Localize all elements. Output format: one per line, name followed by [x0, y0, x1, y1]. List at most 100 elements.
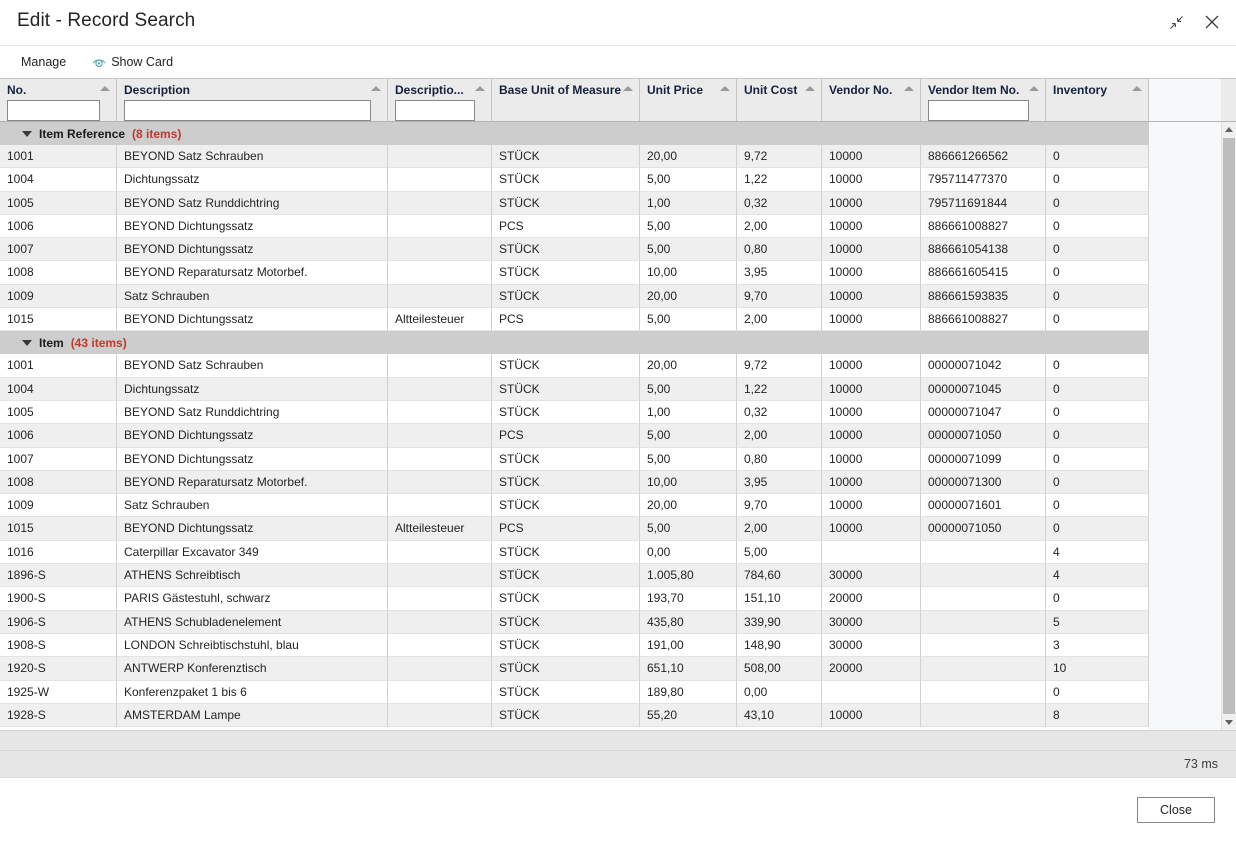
cell-venditem[interactable]: 886661008827 — [921, 215, 1046, 238]
cell-desc[interactable]: BEYOND Satz Schrauben — [117, 145, 388, 168]
cell-ucost[interactable]: 5,00 — [737, 541, 822, 564]
table-row[interactable]: 1004DichtungssatzSTÜCK5,001,221000000000… — [0, 378, 1149, 401]
cell-ucost[interactable]: 0,00 — [737, 681, 822, 704]
table-row[interactable]: 1016Caterpillar Excavator 349STÜCK0,005,… — [0, 541, 1149, 564]
scroll-down-icon[interactable] — [1222, 715, 1236, 730]
cell-venditem[interactable]: 886661593835 — [921, 285, 1046, 308]
cell-venditem[interactable]: 886661605415 — [921, 261, 1046, 284]
cell-desc2[interactable] — [388, 681, 492, 704]
cell-uprice[interactable]: 55,20 — [640, 704, 737, 727]
cell-ucost[interactable]: 9,72 — [737, 354, 822, 377]
cell-inventory[interactable]: 0 — [1046, 168, 1149, 191]
cell-desc[interactable]: BEYOND Dichtungssatz — [117, 308, 388, 331]
cell-venditem[interactable]: 00000071047 — [921, 401, 1046, 424]
table-row[interactable]: 1001BEYOND Satz SchraubenSTÜCK20,009,721… — [0, 145, 1149, 168]
cell-no[interactable]: 1920-S — [0, 657, 117, 680]
cell-vendno[interactable]: 10000 — [822, 354, 921, 377]
cell-vendno[interactable]: 10000 — [822, 494, 921, 517]
table-row[interactable]: 1006BEYOND DichtungssatzPCS5,002,0010000… — [0, 424, 1149, 447]
cell-ucost[interactable]: 784,60 — [737, 564, 822, 587]
cell-inventory[interactable]: 0 — [1046, 261, 1149, 284]
cell-vendno[interactable]: 10000 — [822, 448, 921, 471]
cell-desc[interactable]: Satz Schrauben — [117, 494, 388, 517]
cell-uprice[interactable]: 5,00 — [640, 215, 737, 238]
cell-buom[interactable]: STÜCK — [492, 564, 640, 587]
cell-desc[interactable]: Dichtungssatz — [117, 168, 388, 191]
filter-input-desc2[interactable] — [396, 101, 474, 120]
cell-desc[interactable]: BEYOND Reparatursatz Motorbef. — [117, 471, 388, 494]
cell-no[interactable]: 1005 — [0, 192, 117, 215]
cell-vendno[interactable]: 20000 — [822, 657, 921, 680]
cell-desc2[interactable] — [388, 634, 492, 657]
cell-no[interactable]: 1015 — [0, 517, 117, 540]
cell-vendno[interactable]: 10000 — [822, 704, 921, 727]
cell-buom[interactable]: PCS — [492, 215, 640, 238]
cell-ucost[interactable]: 0,80 — [737, 448, 822, 471]
cell-no[interactable]: 1925-W — [0, 681, 117, 704]
cell-inventory[interactable]: 0 — [1046, 681, 1149, 704]
cell-buom[interactable]: STÜCK — [492, 285, 640, 308]
table-row[interactable]: 1009Satz SchraubenSTÜCK20,009,7010000886… — [0, 285, 1149, 308]
cell-inventory[interactable]: 0 — [1046, 145, 1149, 168]
cell-no[interactable]: 1008 — [0, 261, 117, 284]
cell-uprice[interactable]: 651,10 — [640, 657, 737, 680]
cell-uprice[interactable]: 5,00 — [640, 424, 737, 447]
cell-ucost[interactable]: 9,70 — [737, 494, 822, 517]
cell-no[interactable]: 1908-S — [0, 634, 117, 657]
cell-venditem[interactable] — [921, 541, 1046, 564]
filter-input-venditem[interactable] — [929, 101, 1028, 120]
column-header-desc[interactable]: Description — [117, 79, 388, 121]
cell-ucost[interactable]: 0,80 — [737, 238, 822, 261]
cell-buom[interactable]: STÜCK — [492, 541, 640, 564]
cell-desc[interactable]: BEYOND Dichtungssatz — [117, 517, 388, 540]
cell-venditem[interactable]: 886661008827 — [921, 308, 1046, 331]
cell-no[interactable]: 1006 — [0, 424, 117, 447]
sort-ascending-icon[interactable] — [904, 86, 914, 91]
cell-venditem[interactable] — [921, 587, 1046, 610]
cell-vendno[interactable] — [822, 681, 921, 704]
cell-desc[interactable]: Satz Schrauben — [117, 285, 388, 308]
cell-inventory[interactable]: 0 — [1046, 192, 1149, 215]
cell-vendno[interactable]: 10000 — [822, 261, 921, 284]
table-row[interactable]: 1908-SLONDON Schreibtischstuhl, blauSTÜC… — [0, 634, 1149, 657]
group-header-row[interactable]: Item(43 items) — [0, 331, 1149, 354]
cell-desc2[interactable] — [388, 378, 492, 401]
cell-desc2[interactable]: Altteilesteuer — [388, 517, 492, 540]
cell-vendno[interactable] — [822, 541, 921, 564]
cell-desc2[interactable] — [388, 401, 492, 424]
sort-ascending-icon[interactable] — [371, 86, 381, 91]
cell-desc2[interactable] — [388, 494, 492, 517]
table-row[interactable]: 1009Satz SchraubenSTÜCK20,009,7010000000… — [0, 494, 1149, 517]
scroll-up-icon[interactable] — [1222, 122, 1236, 137]
cell-buom[interactable]: STÜCK — [492, 611, 640, 634]
cell-desc[interactable]: BEYOND Reparatursatz Motorbef. — [117, 261, 388, 284]
column-header-no[interactable]: No. — [0, 79, 117, 121]
filter-box-desc[interactable] — [124, 100, 371, 121]
cell-uprice[interactable]: 20,00 — [640, 285, 737, 308]
cell-buom[interactable]: STÜCK — [492, 354, 640, 377]
cell-desc2[interactable] — [388, 238, 492, 261]
cell-no[interactable]: 1906-S — [0, 611, 117, 634]
sort-ascending-icon[interactable] — [720, 86, 730, 91]
cell-vendno[interactable]: 20000 — [822, 587, 921, 610]
cell-vendno[interactable]: 30000 — [822, 611, 921, 634]
cell-inventory[interactable]: 0 — [1046, 424, 1149, 447]
cell-buom[interactable]: STÜCK — [492, 378, 640, 401]
cell-buom[interactable]: STÜCK — [492, 145, 640, 168]
cell-no[interactable]: 1007 — [0, 448, 117, 471]
group-header-row[interactable]: Item Reference(8 items) — [0, 122, 1149, 145]
cell-desc2[interactable] — [388, 541, 492, 564]
table-row[interactable]: 1906-SATHENS SchubladenelementSTÜCK435,8… — [0, 611, 1149, 634]
cell-ucost[interactable]: 1,22 — [737, 378, 822, 401]
table-row[interactable]: 1004DichtungssatzSTÜCK5,001,221000079571… — [0, 168, 1149, 191]
cell-vendno[interactable]: 10000 — [822, 192, 921, 215]
cell-buom[interactable]: PCS — [492, 308, 640, 331]
cell-vendno[interactable]: 10000 — [822, 215, 921, 238]
column-header-inventory[interactable]: Inventory — [1046, 79, 1149, 121]
cell-desc[interactable]: Dichtungssatz — [117, 378, 388, 401]
cell-vendno[interactable]: 10000 — [822, 238, 921, 261]
close-button[interactable]: Close — [1137, 797, 1215, 823]
cell-inventory[interactable]: 0 — [1046, 238, 1149, 261]
cell-desc2[interactable] — [388, 285, 492, 308]
filter-box-desc2[interactable] — [395, 100, 475, 121]
